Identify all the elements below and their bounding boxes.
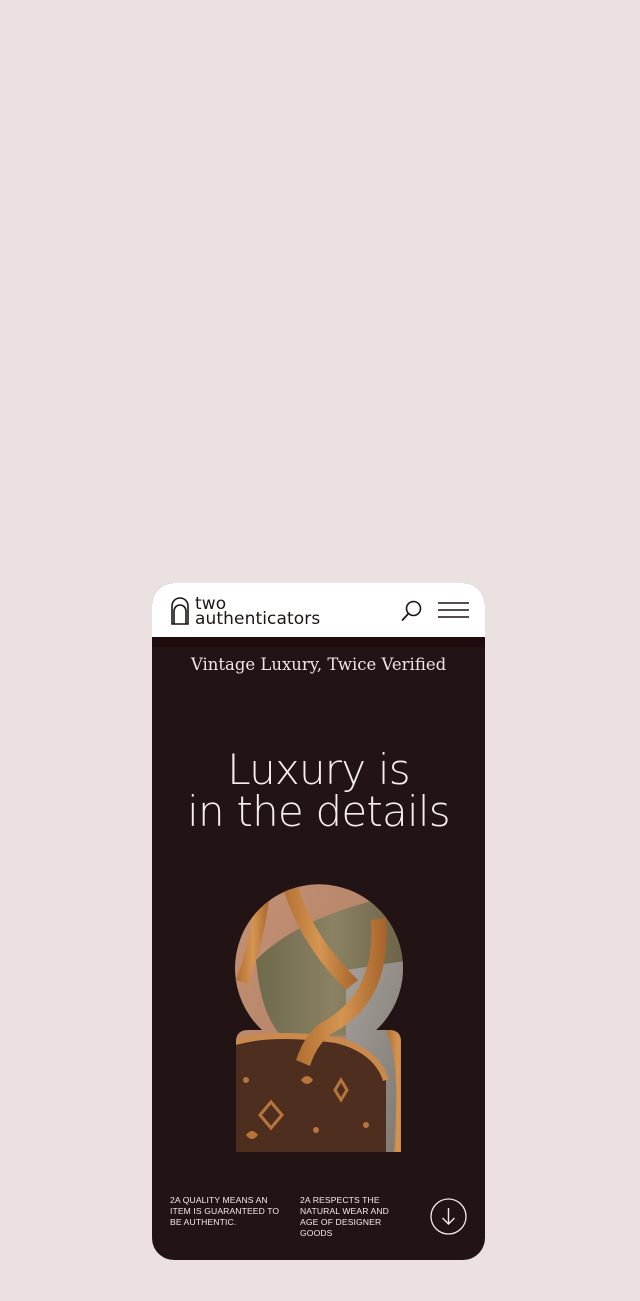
hamburger-menu-icon: [438, 602, 469, 618]
wear-statement: 2A RESPECTS THE NATURAL WEAR AND AGE OF …: [300, 1195, 389, 1238]
mobile-frame: two authenticators Vintage Luxury, Twice…: [152, 583, 485, 1260]
hero-product-image: [235, 884, 404, 1152]
site-header: two authenticators: [152, 583, 485, 637]
search-button[interactable]: [400, 599, 424, 623]
arrow-down-circle-icon: [430, 1198, 467, 1235]
page-background: two authenticators Vintage Luxury, Twice…: [0, 0, 640, 1301]
brand-wordmark: two authenticators: [195, 596, 321, 629]
search-icon: [401, 600, 422, 621]
menu-button[interactable]: [438, 601, 469, 619]
hero-tagline: Vintage Luxury, Twice Verified: [190, 655, 447, 674]
brand-logo[interactable]: two authenticators: [171, 596, 321, 629]
scroll-down-button[interactable]: [430, 1198, 467, 1235]
lock-logo-icon: [171, 597, 189, 625]
headline-line-1: Luxury is: [227, 745, 410, 794]
hero-headline: Luxury is in the details: [152, 749, 485, 833]
quality-statement: 2A QUALITY MEANS AN ITEM IS GUARANTEED T…: [170, 1195, 280, 1227]
headline-line-2: in the details: [187, 787, 450, 836]
brand-line-2: authenticators: [195, 609, 321, 629]
header-divider: [152, 637, 485, 647]
